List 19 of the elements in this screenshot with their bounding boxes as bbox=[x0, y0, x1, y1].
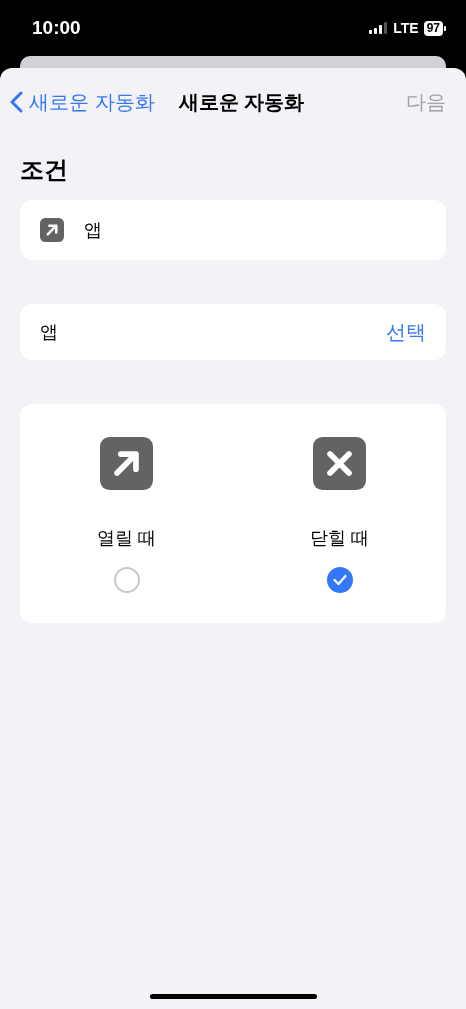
condition-label: 앱 bbox=[84, 219, 102, 242]
app-label: 앱 bbox=[40, 321, 59, 344]
battery-level: 97 bbox=[423, 20, 443, 36]
section-title: 조건 bbox=[20, 155, 69, 185]
condition-card[interactable]: 앱 bbox=[20, 200, 446, 260]
radio-button[interactable] bbox=[326, 567, 353, 593]
option-label: 닫힐 때 bbox=[310, 527, 369, 550]
choose-button[interactable]: 선택 bbox=[386, 318, 426, 346]
close-icon[interactable] bbox=[313, 437, 366, 490]
status-time: 10:00 bbox=[32, 17, 82, 39]
back-button[interactable]: 새로운 자동화 bbox=[10, 88, 155, 116]
nav-title: 새로운 자동화 bbox=[178, 89, 306, 115]
app-row[interactable]: 앱 선택 bbox=[20, 304, 446, 360]
signal-icon bbox=[369, 22, 389, 34]
checkmark-icon bbox=[332, 574, 347, 586]
chevron-left-icon bbox=[10, 91, 23, 113]
option-label: 열릴 때 bbox=[97, 527, 156, 550]
radio-button[interactable] bbox=[113, 567, 140, 593]
network-label: LTE bbox=[393, 20, 419, 36]
